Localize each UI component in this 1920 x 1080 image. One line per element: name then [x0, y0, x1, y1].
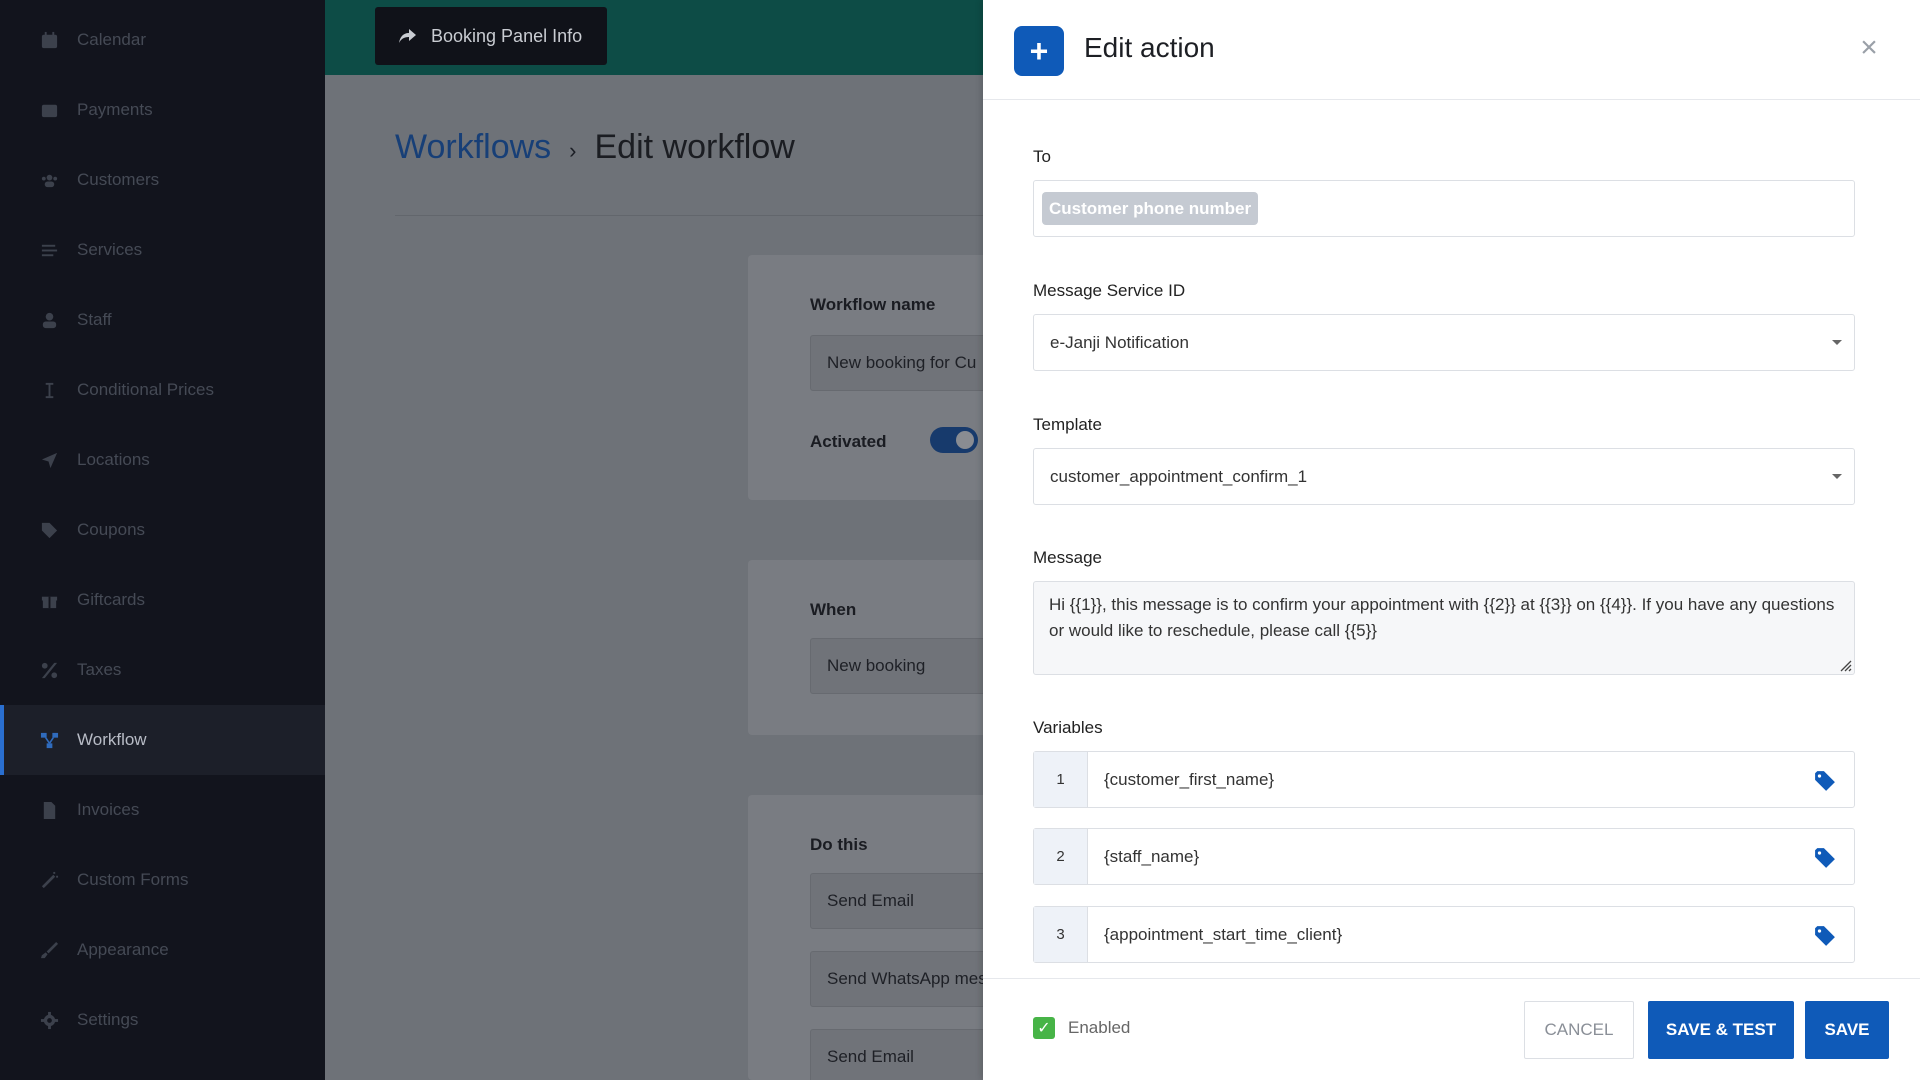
close-icon[interactable]: ×: [1855, 33, 1883, 63]
sidebar-item-coupons[interactable]: Coupons: [0, 495, 325, 565]
sidebar-item-label: Conditional Prices: [77, 380, 215, 399]
sidebar-item-label: Customers: [77, 170, 160, 189]
sidebar-item-label: Services: [77, 240, 143, 259]
booking-panel-info-button[interactable]: Booking Panel Info: [375, 7, 607, 65]
magic-wand-icon: [38, 869, 60, 891]
sidebar-item-label: Taxes: [77, 660, 122, 679]
variables-label: Variables: [1033, 718, 1103, 737]
sidebar-item-label: Payments: [77, 100, 153, 119]
sidebar-item-appearance[interactable]: Appearance: [0, 915, 325, 985]
sitemap-icon: [38, 729, 60, 751]
to-field[interactable]: Customer phone number: [1033, 180, 1855, 237]
activated-label: Activated: [810, 432, 887, 451]
message-textarea[interactable]: Hi {{1}}, this message is to confirm you…: [1033, 581, 1855, 675]
when-label: When: [810, 600, 857, 619]
sidebar-item-settings[interactable]: Settings: [0, 985, 325, 1055]
variable-row: 2 {staff_name}: [1033, 828, 1855, 885]
message-label: Message: [1033, 548, 1102, 567]
cancel-button[interactable]: CANCEL: [1524, 1001, 1634, 1059]
message-service-select[interactable]: e-Janji Notification: [1033, 314, 1855, 371]
do-this-label: Do this: [810, 835, 868, 854]
sidebar-item-custom-forms[interactable]: Custom Forms: [0, 845, 325, 915]
save-button[interactable]: SAVE: [1805, 1001, 1889, 1059]
page-title: Edit workflow: [594, 128, 795, 166]
tag-icon[interactable]: [1814, 925, 1836, 947]
share-arrow-icon: [399, 29, 416, 43]
template-label: Template: [1033, 415, 1102, 434]
breadcrumb: Workflows › Edit workflow: [395, 128, 795, 167]
user-icon: [38, 309, 60, 331]
sidebar-item-locations[interactable]: Locations: [0, 425, 325, 495]
sidebar-item-invoices[interactable]: Invoices: [0, 775, 325, 845]
brush-icon: [38, 939, 60, 961]
sidebar-item-taxes[interactable]: Taxes: [0, 635, 325, 705]
i-cursor-icon: [38, 379, 60, 401]
sidebar-item-workflow[interactable]: Workflow: [0, 705, 325, 775]
users-icon: [38, 169, 60, 191]
sidebar-item-services[interactable]: Services: [0, 215, 325, 285]
file-icon: [38, 799, 60, 821]
list-icon: [38, 239, 60, 261]
save-and-test-button[interactable]: SAVE & TEST: [1648, 1001, 1794, 1059]
gift-icon: [38, 589, 60, 611]
message-text: Hi {{1}}, this message is to confirm you…: [1049, 595, 1835, 640]
to-label: To: [1033, 147, 1051, 166]
variable-input[interactable]: {appointment_start_time_client}: [1104, 907, 1342, 962]
recipient-chip[interactable]: Customer phone number: [1042, 192, 1259, 225]
gear-icon: [38, 1009, 60, 1031]
template-select[interactable]: customer_appointment_confirm_1: [1033, 448, 1855, 505]
message-service-value: e-Janji Notification: [1050, 332, 1189, 352]
sidebar-item-label: Locations: [77, 450, 150, 469]
sidebar-item-label: Calendar: [77, 30, 146, 49]
sidebar-item-payments[interactable]: Payments: [0, 75, 325, 145]
wallet-icon: [38, 99, 60, 121]
tag-icon: [38, 519, 60, 541]
sidebar-item-label: Giftcards: [77, 590, 146, 609]
chevron-down-icon: [1832, 340, 1842, 345]
sidebar-item-label: Workflow: [77, 730, 147, 749]
sidebar-item-label: Appearance: [77, 940, 169, 959]
activated-toggle[interactable]: [930, 427, 978, 453]
drawer-header: + Edit action ×: [983, 0, 1920, 100]
resize-handle-icon[interactable]: [1838, 658, 1852, 672]
variable-input[interactable]: {staff_name}: [1104, 829, 1199, 884]
plus-icon: +: [1014, 26, 1064, 76]
sidebar-item-label: Coupons: [77, 520, 146, 539]
tag-icon[interactable]: [1814, 847, 1836, 869]
enabled-label: Enabled: [1068, 1018, 1131, 1037]
variable-number: 3: [1034, 907, 1088, 962]
sidebar-item-giftcards[interactable]: Giftcards: [0, 565, 325, 635]
variable-number: 1: [1034, 752, 1088, 807]
calendar-icon: [38, 29, 60, 51]
sidebar: Calendar Payments Customers Services Sta…: [0, 0, 325, 1080]
drawer-title: Edit action: [1084, 32, 1215, 63]
sidebar-item-conditional-prices[interactable]: Conditional Prices: [0, 355, 325, 425]
tag-icon[interactable]: [1814, 770, 1836, 792]
variable-number: 2: [1034, 829, 1088, 884]
booking-panel-info-label: Booking Panel Info: [431, 25, 583, 46]
edit-action-drawer: + Edit action × To Customer phone number…: [983, 0, 1920, 1080]
variable-row: 1 {customer_first_name}: [1033, 751, 1855, 808]
sidebar-item-label: Staff: [77, 310, 112, 329]
enabled-checkbox[interactable]: ✓: [1033, 1017, 1055, 1039]
percent-icon: [38, 659, 60, 681]
variable-row: 3 {appointment_start_time_client}: [1033, 906, 1855, 963]
drawer-footer: ✓ Enabled CANCEL SAVE & TEST SAVE: [983, 978, 1920, 1080]
workflow-name-label: Workflow name: [810, 295, 936, 314]
sidebar-item-staff[interactable]: Staff: [0, 285, 325, 355]
breadcrumb-separator: ›: [569, 138, 577, 163]
message-service-label: Message Service ID: [1033, 281, 1186, 300]
chevron-down-icon: [1832, 474, 1842, 479]
sidebar-item-label: Custom Forms: [77, 870, 189, 889]
sidebar-item-calendar[interactable]: Calendar: [0, 5, 325, 75]
sidebar-item-label: Settings: [77, 1010, 139, 1029]
variable-input[interactable]: {customer_first_name}: [1104, 752, 1274, 807]
location-arrow-icon: [38, 449, 60, 471]
sidebar-item-customers[interactable]: Customers: [0, 145, 325, 215]
sidebar-item-label: Invoices: [77, 800, 140, 819]
breadcrumb-workflows-link[interactable]: Workflows: [395, 128, 551, 167]
template-value: customer_appointment_confirm_1: [1050, 466, 1308, 486]
